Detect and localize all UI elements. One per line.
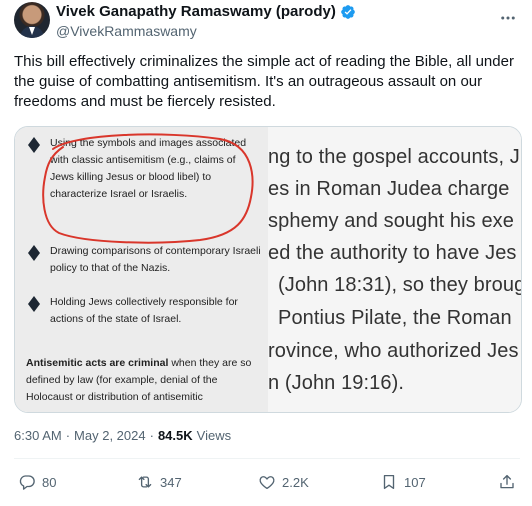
bullet-item-text: Drawing comparisons of contemporary Isra… bbox=[50, 245, 261, 274]
bullet-diamond-icon bbox=[28, 137, 40, 153]
scripture-text-line: Pontius Pilate, the Roman bbox=[278, 307, 512, 329]
like-count: 2.2K bbox=[282, 474, 309, 490]
heart-icon bbox=[259, 476, 275, 490]
scripture-text-line: rovince, who authorized Jes bbox=[268, 340, 519, 362]
tweet-date[interactable]: May 2, 2024 bbox=[74, 428, 146, 443]
tweet-meta: 6:30 AM · May 2, 2024 · 84.5K Views bbox=[14, 428, 231, 443]
bullet-item-text: Holding Jews collectively responsible fo… bbox=[50, 296, 238, 325]
reply-button[interactable]: 80 bbox=[18, 470, 56, 494]
media-left-panel: Using the symbols and images associated … bbox=[15, 127, 268, 412]
tweet-media-image[interactable]: Using the symbols and images associated … bbox=[14, 126, 522, 413]
scripture-text-line: es in Roman Judea charge bbox=[268, 178, 510, 200]
bullet-diamond-icon bbox=[28, 245, 40, 261]
share-button[interactable] bbox=[498, 470, 516, 494]
meta-separator: · bbox=[149, 428, 154, 443]
reply-icon bbox=[19, 475, 35, 490]
views-label: Views bbox=[196, 428, 232, 443]
reply-count: 80 bbox=[42, 474, 57, 490]
author-avatar[interactable] bbox=[14, 2, 50, 38]
share-icon bbox=[500, 474, 514, 489]
bookmark-icon bbox=[383, 474, 395, 490]
repost-count: 347 bbox=[160, 474, 182, 490]
bullet-diamond-icon bbox=[28, 296, 40, 312]
author-handle[interactable]: @VivekRammaswamy bbox=[56, 23, 197, 39]
more-options-icon[interactable] bbox=[498, 8, 518, 28]
bookmark-button[interactable]: 107 bbox=[380, 470, 426, 494]
divider bbox=[14, 458, 520, 459]
tweet-time[interactable]: 6:30 AM bbox=[14, 428, 62, 443]
repost-button[interactable]: 347 bbox=[136, 470, 182, 494]
verified-badge-icon bbox=[341, 4, 355, 19]
meta-separator: · bbox=[65, 428, 71, 443]
like-button[interactable]: 2.2K bbox=[258, 470, 309, 494]
scripture-text-line: n (John 19:16). bbox=[268, 372, 405, 394]
scripture-text-line: sphemy and sought his exe bbox=[268, 210, 514, 232]
author-display-name[interactable]: Vivek Ganapathy Ramaswamy (parody) bbox=[56, 3, 336, 20]
repost-icon bbox=[138, 476, 152, 488]
criminal-acts-paragraph: Antisemitic acts are criminal when they … bbox=[26, 355, 266, 406]
bullet-item-text: Using the symbols and images associated … bbox=[50, 137, 247, 200]
author-name-row: Vivek Ganapathy Ramaswamy (parody) bbox=[56, 3, 356, 20]
scripture-text-line: ng to the gospel accounts, J bbox=[268, 146, 520, 168]
views-count: 84.5K bbox=[157, 428, 193, 443]
bookmark-count: 107 bbox=[404, 474, 426, 490]
tweet-text: This bill effectively criminalizes the s… bbox=[14, 53, 514, 110]
scripture-text-line: (John 18:31), so they broug bbox=[278, 274, 522, 296]
tweet-actions: 80 347 2.2K 107 bbox=[14, 470, 520, 494]
media-right-panel: ng to the gospel accounts, J es in Roman… bbox=[268, 127, 522, 412]
criminal-acts-bold: Antisemitic acts are criminal bbox=[26, 357, 169, 369]
scripture-text-line: ed the authority to have Jes bbox=[268, 242, 517, 264]
tweet-header: Vivek Ganapathy Ramaswamy (parody) @Vive… bbox=[14, 0, 518, 44]
